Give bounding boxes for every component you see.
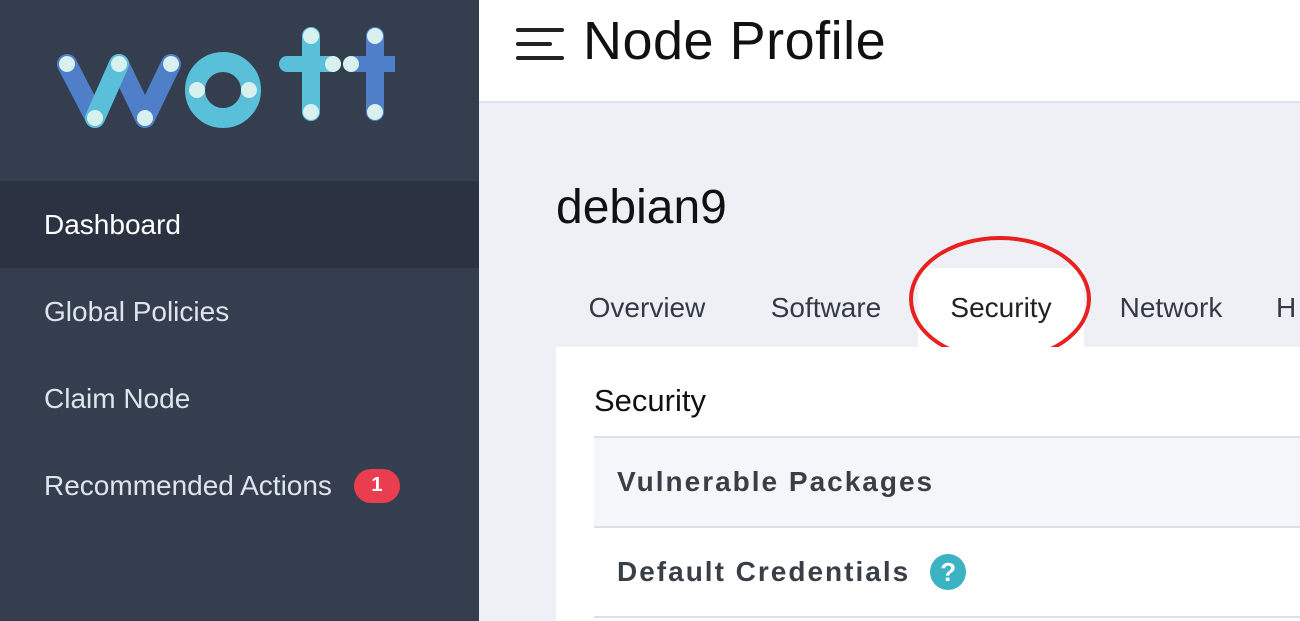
sidebar-item-label: Recommended Actions xyxy=(44,469,332,501)
wott-logo-graphic xyxy=(57,27,395,128)
default-credentials-row[interactable]: Default Credentials ? xyxy=(594,526,1300,616)
sidebar-item-label: Dashboard xyxy=(44,208,181,240)
vulnerable-packages-row[interactable]: Vulnerable Packages xyxy=(594,436,1300,526)
node-name-heading: debian9 xyxy=(556,181,727,234)
sidebar-item-label: Claim Node xyxy=(44,382,191,414)
tab-label: Network xyxy=(1119,292,1223,323)
page-title: Node Profile xyxy=(583,11,887,71)
sidebar-item-recommended-actions[interactable]: Recommended Actions 1 xyxy=(0,442,479,529)
tab-history[interactable]: H xyxy=(1276,268,1300,348)
node-tabs: Overview Software Security Network H xyxy=(556,268,1300,348)
notification-badge: 1 xyxy=(353,468,400,503)
row-label: Default Credentials xyxy=(617,556,911,587)
sidebar-item-global-policies[interactable]: Global Policies xyxy=(0,268,479,355)
tab-network[interactable]: Network xyxy=(1096,268,1246,348)
security-panel: Security Vulnerable Packages Default Cre… xyxy=(556,347,1300,621)
sidebar-item-claim-node[interactable]: Claim Node xyxy=(0,355,479,442)
sidebar-nav: Dashboard Global Policies Claim Node Rec… xyxy=(0,181,479,529)
sidebar-item-label: Global Policies xyxy=(44,295,230,327)
tab-label: Overview xyxy=(588,292,706,323)
tab-label: H xyxy=(1276,292,1297,323)
row-label: Vulnerable Packages xyxy=(617,466,935,497)
sidebar-item-dashboard[interactable]: Dashboard xyxy=(0,181,479,268)
tab-security[interactable]: Security xyxy=(918,268,1084,348)
divider xyxy=(594,616,1300,618)
security-panel-title: Security xyxy=(594,383,706,418)
top-header: Node Profile xyxy=(479,0,1300,103)
sidebar: Dashboard Global Policies Claim Node Rec… xyxy=(0,0,479,621)
tab-overview[interactable]: Overview xyxy=(556,268,738,348)
wott-logo[interactable] xyxy=(0,0,479,180)
help-icon[interactable]: ? xyxy=(930,554,967,590)
hamburger-menu-icon[interactable] xyxy=(516,26,564,62)
tab-software[interactable]: Software xyxy=(748,268,904,348)
tab-label: Software xyxy=(770,292,882,323)
tab-label: Security xyxy=(950,292,1052,323)
